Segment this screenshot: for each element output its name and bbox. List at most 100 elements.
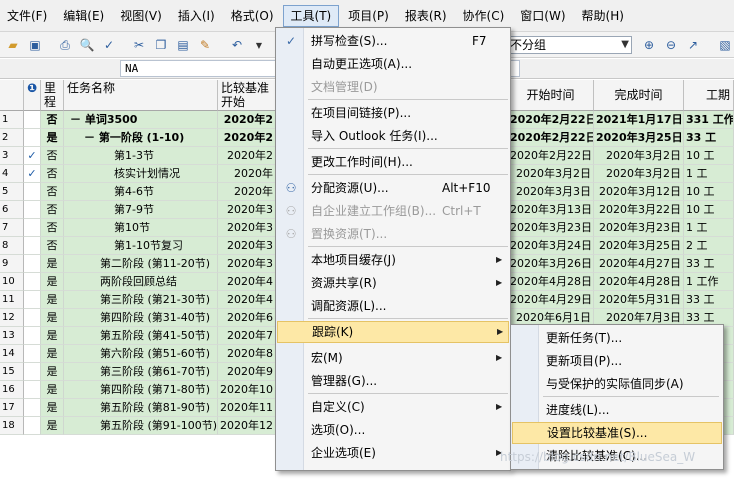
row-id[interactable]: 11 (0, 291, 24, 309)
copy-icon[interactable]: ❐ (152, 36, 170, 54)
row-indicator (24, 327, 41, 345)
row-task-name: 第六阶段 (第51-60节) (64, 345, 218, 363)
submenu-arrow-icon: ▶ (497, 327, 504, 336)
print-icon[interactable]: ⎙ (56, 36, 74, 54)
tracking-menu-item[interactable]: 与受保护的实际值同步(A) (512, 373, 722, 395)
row-baseline-start: 2020年2 (218, 147, 276, 165)
menu-edit[interactable]: 编辑(E) (56, 5, 111, 27)
menu-item-label: 置换资源(T)... (311, 227, 388, 241)
menu-collaborate[interactable]: 协作(C) (456, 5, 512, 27)
cut-icon[interactable]: ✂ (130, 36, 148, 54)
row-task-name: 第五阶段 (第91-100节) (64, 417, 218, 435)
row-id[interactable]: 17 (0, 399, 24, 417)
row-id[interactable]: 13 (0, 327, 24, 345)
goto-task-icon[interactable]: ↗ (684, 36, 702, 54)
tools-menu-item[interactable]: 自定义(C) ▶ (277, 396, 509, 418)
row-id[interactable]: 14 (0, 345, 24, 363)
chevron-down-icon: ▼ (621, 39, 629, 50)
menu-window[interactable]: 窗口(W) (513, 5, 572, 27)
menu-format[interactable]: 格式(O) (224, 5, 281, 27)
row-id[interactable]: 10 (0, 273, 24, 291)
undo-icon[interactable]: ↶ (228, 36, 246, 54)
row-id[interactable]: 5 (0, 183, 24, 201)
group-by-select[interactable]: 不分组 ▼ (506, 36, 632, 54)
row-id[interactable]: 6 (0, 201, 24, 219)
spellcheck-icon[interactable]: ✓ (100, 36, 118, 54)
tools-menu-item: ⚇ 置换资源(T)... (277, 223, 509, 245)
menu-item-label: 进度线(L)... (546, 403, 610, 417)
row-baseline-start: 2020年11 (218, 399, 276, 417)
row-id[interactable]: 4 (0, 165, 24, 183)
save-icon[interactable]: ▣ (26, 36, 44, 54)
row-id[interactable]: 2 (0, 129, 24, 147)
row-indicator (24, 291, 41, 309)
tools-menu-item[interactable]: 导入 Outlook 任务(I)... (277, 125, 509, 147)
row-task-name: 第五阶段 (第41-50节) (64, 327, 218, 345)
paste-icon[interactable]: ▤ (174, 36, 192, 54)
header-info-icon[interactable]: ❶ (24, 80, 41, 111)
tracking-menu-item[interactable]: 设置比较基准(S)... (512, 422, 722, 444)
tools-menu-item[interactable]: ⚇ 分配资源(U)... Alt+F10 (277, 177, 509, 199)
row-task-name: 第三阶段 (第21-30节) (64, 291, 218, 309)
menu-item-shortcut: F7 (472, 34, 487, 48)
row-id[interactable]: 9 (0, 255, 24, 273)
tools-menu-item[interactable]: 自动更正选项(A)... (277, 53, 509, 75)
open-icon[interactable]: ▰ (4, 36, 22, 54)
row-id[interactable]: 7 (0, 219, 24, 237)
tools-menu-item[interactable]: ✓ 拼写检查(S)... F7 (277, 30, 509, 52)
row-milestone: 是 (41, 327, 64, 345)
tools-menu-item[interactable]: 在项目间链接(P)... (277, 102, 509, 124)
row-baseline-start: 2020年7 (218, 327, 276, 345)
tools-menu-item[interactable]: 选项(O)... (277, 419, 509, 441)
tools-menu-item[interactable]: 企业选项(E) ▶ (277, 442, 509, 464)
menu-separator (308, 148, 508, 149)
print-preview-icon[interactable]: 🔍 (78, 36, 96, 54)
row-finish: 2020年3月23日 (594, 219, 684, 237)
header-start[interactable]: 开始时间 (508, 80, 594, 111)
row-id[interactable]: 3 (0, 147, 24, 165)
menu-file[interactable]: 文件(F) (0, 5, 54, 27)
header-task-name[interactable]: 任务名称 (64, 80, 218, 111)
menu-help[interactable]: 帮助(H) (575, 5, 631, 27)
tools-menu-item[interactable]: 管理器(G)... (277, 370, 509, 392)
tracking-menu-item[interactable]: 更新任务(T)... (512, 327, 722, 349)
undo-dropdown-icon[interactable]: ▼ (250, 36, 268, 54)
zoom-in-icon[interactable]: ⊕ (640, 36, 658, 54)
header-milestone[interactable]: 里程 (41, 80, 64, 111)
row-id[interactable]: 1 (0, 111, 24, 129)
row-milestone: 是 (41, 309, 64, 327)
copy-picture-icon[interactable]: ▧ (716, 36, 734, 54)
zoom-out-icon[interactable]: ⊖ (662, 36, 680, 54)
menu-view[interactable]: 视图(V) (113, 5, 169, 27)
format-painter-icon[interactable]: ✎ (196, 36, 214, 54)
row-task-name: 第4-6节 (64, 183, 218, 201)
row-milestone: 否 (41, 183, 64, 201)
row-id[interactable]: 18 (0, 417, 24, 435)
menu-project[interactable]: 项目(P) (341, 5, 396, 27)
row-milestone: 是 (41, 273, 64, 291)
tools-menu-item[interactable]: 跟踪(K) ▶ (277, 321, 509, 343)
header-baseline-start[interactable]: 比较基准开始 (218, 80, 276, 111)
row-id[interactable]: 15 (0, 363, 24, 381)
tools-menu-item[interactable]: 更改工作时间(H)... (277, 151, 509, 173)
row-id[interactable]: 8 (0, 237, 24, 255)
header-select-all[interactable] (0, 80, 24, 111)
row-id[interactable]: 16 (0, 381, 24, 399)
tracking-menu-item[interactable]: 进度线(L)... (512, 399, 722, 421)
menu-item-label: 与受保护的实际值同步(A) (546, 377, 684, 391)
row-id[interactable]: 12 (0, 309, 24, 327)
tools-menu-item[interactable]: 本地项目缓存(J) ▶ (277, 249, 509, 271)
tools-menu-item[interactable]: 资源共享(R) ▶ (277, 272, 509, 294)
menu-report[interactable]: 报表(R) (398, 5, 454, 27)
menu-insert[interactable]: 插入(I) (171, 5, 222, 27)
header-finish[interactable]: 完成时间 (594, 80, 684, 111)
tools-menu-item[interactable]: 调配资源(L)... (277, 295, 509, 317)
menu-tools[interactable]: 工具(T) (282, 4, 340, 27)
row-start: 2020年2月22日 (508, 129, 594, 147)
tools-menu-item[interactable]: 宏(M) ▶ (277, 347, 509, 369)
row-indicator: ✓ (24, 165, 41, 183)
tracking-menu-item[interactable]: 更新项目(P)... (512, 350, 722, 372)
header-duration[interactable]: 工期 (684, 80, 734, 111)
menu-item-label: 自定义(C) (311, 400, 365, 414)
row-task-name: － 单词3500 (64, 111, 218, 129)
